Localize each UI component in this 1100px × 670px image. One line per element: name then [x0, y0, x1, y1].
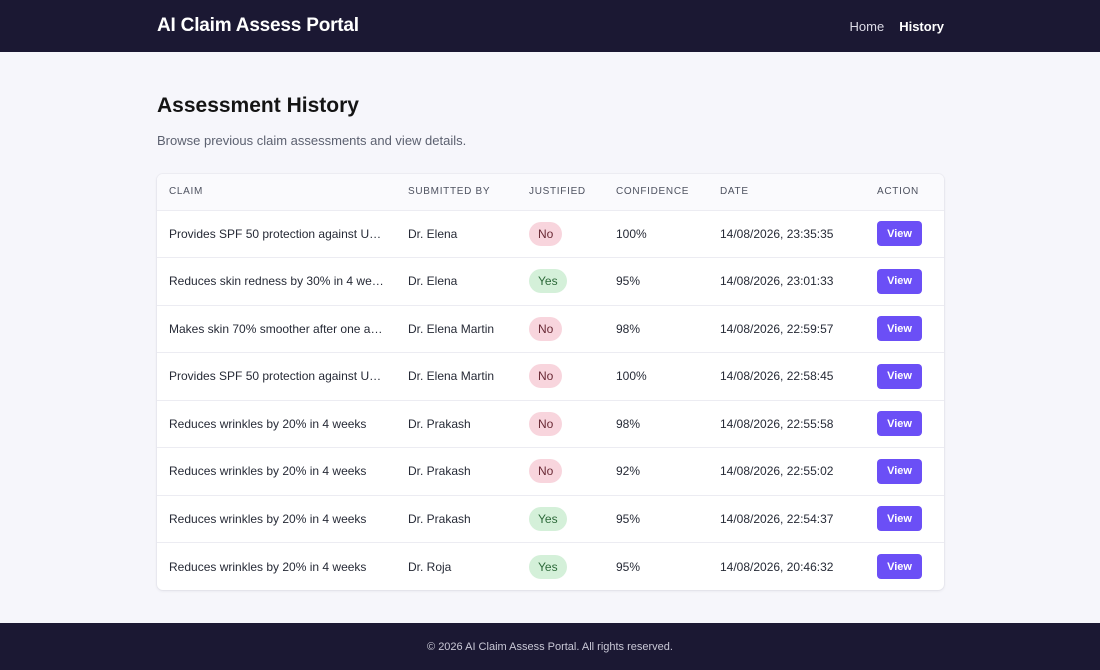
justified-badge: No [529, 364, 563, 389]
cell-claim: Reduces wrinkles by 20% in 4 weeks [169, 559, 367, 574]
cell-submitted-by: Dr. Roja [408, 559, 452, 574]
cell-submitted-by: Dr. Prakash [408, 511, 471, 526]
table-body: Provides SPF 50 protection against UV ra… [157, 210, 944, 590]
view-button[interactable]: View [877, 554, 922, 579]
assessment-history-table: CLAIM SUBMITTED BY JUSTIFIED CONFIDENCE … [157, 174, 944, 590]
cell-justified: Yes [517, 543, 604, 591]
footer-copyright: © 2026 AI Claim Assess Portal. All right… [427, 640, 673, 653]
cell-confidence: 98% [616, 416, 641, 431]
cell-claim: Provides SPF 50 protection against UV ra… [169, 369, 396, 384]
cell-date: 14/08/2026, 22:54:37 [720, 511, 834, 526]
table-row: Provides SPF 50 protection against UV ra… [157, 210, 944, 258]
column-header-claim: CLAIM [169, 186, 204, 198]
view-button[interactable]: View [877, 363, 922, 389]
table-row: Makes skin 70% smoother after one applic… [157, 305, 944, 353]
cell-submitted-by: Dr. Elena [408, 226, 458, 241]
cell-action: View [865, 495, 944, 543]
cell-date: 14/08/2026, 23:01:33 [720, 274, 834, 289]
main-content: Assessment History Browse previous claim… [0, 52, 1100, 590]
cell-justified: Yes [517, 258, 604, 306]
cell-action: View [865, 353, 944, 401]
page-footer: © 2026 AI Claim Assess Portal. All right… [0, 623, 1100, 670]
cell-submitted-by: Dr. Prakash [408, 416, 471, 431]
cell-claim: Reduces wrinkles by 20% in 4 weeks [169, 511, 367, 526]
cell-action: View [865, 258, 944, 306]
justified-badge: Yes [529, 506, 567, 531]
cell-confidence: 95% [616, 274, 641, 289]
justified-badge: Yes [529, 554, 567, 579]
cell-justified: No [517, 210, 604, 258]
cell-action: View [865, 448, 944, 496]
cell-claim: Provides SPF 50 protection against UV ra… [169, 226, 396, 241]
cell-submitted-by: Dr. Prakash [408, 464, 471, 479]
justified-badge: No [529, 411, 563, 436]
view-button[interactable]: View [877, 316, 922, 342]
cell-justified: No [517, 305, 604, 353]
justified-badge: No [529, 459, 563, 484]
cell-justified: No [517, 353, 604, 401]
cell-confidence: 92% [616, 464, 641, 479]
table-row: Reduces wrinkles by 20% in 4 weeks Dr. Pr… [157, 400, 944, 448]
cell-submitted-by: Dr. Elena Martin [408, 321, 495, 336]
cell-claim: Reduces wrinkles by 20% in 4 weeks [169, 464, 367, 479]
column-header-justified: JUSTIFIED [529, 186, 586, 198]
cell-action: View [865, 210, 944, 258]
cell-confidence: 98% [616, 321, 641, 336]
cell-justified: Yes [517, 495, 604, 543]
cell-date: 14/08/2026, 23:35:35 [720, 226, 834, 241]
cell-date: 14/08/2026, 20:46:32 [720, 559, 834, 574]
cell-confidence: 95% [616, 511, 641, 526]
cell-justified: No [517, 448, 604, 496]
cell-action: View [865, 400, 944, 448]
cell-confidence: 100% [616, 226, 647, 241]
brand-logo-text[interactable]: AI Claim Assess Portal [157, 15, 359, 37]
page-title: Assessment History [157, 94, 359, 117]
table-row: Provides SPF 50 protection against UV ra… [157, 353, 944, 401]
view-button[interactable]: View [877, 458, 922, 484]
page-subtitle: Browse previous claim assessments and vi… [157, 133, 467, 148]
cell-action: View [865, 305, 944, 353]
cell-date: 14/08/2026, 22:59:57 [720, 321, 834, 336]
cell-submitted-by: Dr. Elena [408, 274, 458, 289]
nav-link-home[interactable]: Home [850, 19, 885, 34]
column-header-date: DATE [720, 186, 749, 198]
table-header-row: CLAIM SUBMITTED BY JUSTIFIED CONFIDENCE … [157, 174, 944, 210]
cell-date: 14/08/2026, 22:55:02 [720, 464, 834, 479]
history-table-card: CLAIM SUBMITTED BY JUSTIFIED CONFIDENCE … [157, 174, 944, 590]
column-header-action: ACTION [877, 186, 919, 198]
view-button[interactable]: View [877, 268, 922, 294]
cell-claim: Reduces skin redness by 30% in 4 weeks [169, 274, 391, 289]
top-navbar: AI Claim Assess Portal Home History [0, 0, 1100, 52]
cell-justified: No [517, 400, 604, 448]
column-header-confidence: CONFIDENCE [616, 186, 690, 198]
justified-badge: No [529, 221, 563, 246]
table-row: Reduces wrinkles by 20% in 4 weeks Dr. Ro… [157, 543, 944, 591]
column-header-submitted-by: SUBMITTED BY [408, 186, 491, 198]
cell-action: View [865, 543, 944, 591]
view-button[interactable]: View [877, 221, 922, 247]
cell-confidence: 100% [616, 369, 647, 384]
cell-claim: Makes skin 70% smoother after one applic… [169, 321, 396, 336]
cell-submitted-by: Dr. Elena Martin [408, 369, 495, 384]
justified-badge: Yes [529, 269, 567, 294]
justified-badge: No [529, 316, 563, 341]
cell-date: 14/08/2026, 22:58:45 [720, 369, 834, 384]
table-row: Reduces skin redness by 30% in 4 weeks Dr… [157, 258, 944, 306]
view-button[interactable]: View [877, 411, 922, 437]
view-button[interactable]: View [877, 506, 922, 532]
table-row: Reduces wrinkles by 20% in 4 weeks Dr. Pr… [157, 448, 944, 496]
table-row: Reduces wrinkles by 20% in 4 weeks Dr. Pr… [157, 495, 944, 543]
cell-date: 14/08/2026, 22:55:58 [720, 416, 834, 431]
cell-claim: Reduces wrinkles by 20% in 4 weeks [169, 416, 367, 431]
cell-confidence: 95% [616, 559, 641, 574]
main-nav: Home History [850, 19, 944, 34]
nav-link-history[interactable]: History [899, 19, 944, 34]
